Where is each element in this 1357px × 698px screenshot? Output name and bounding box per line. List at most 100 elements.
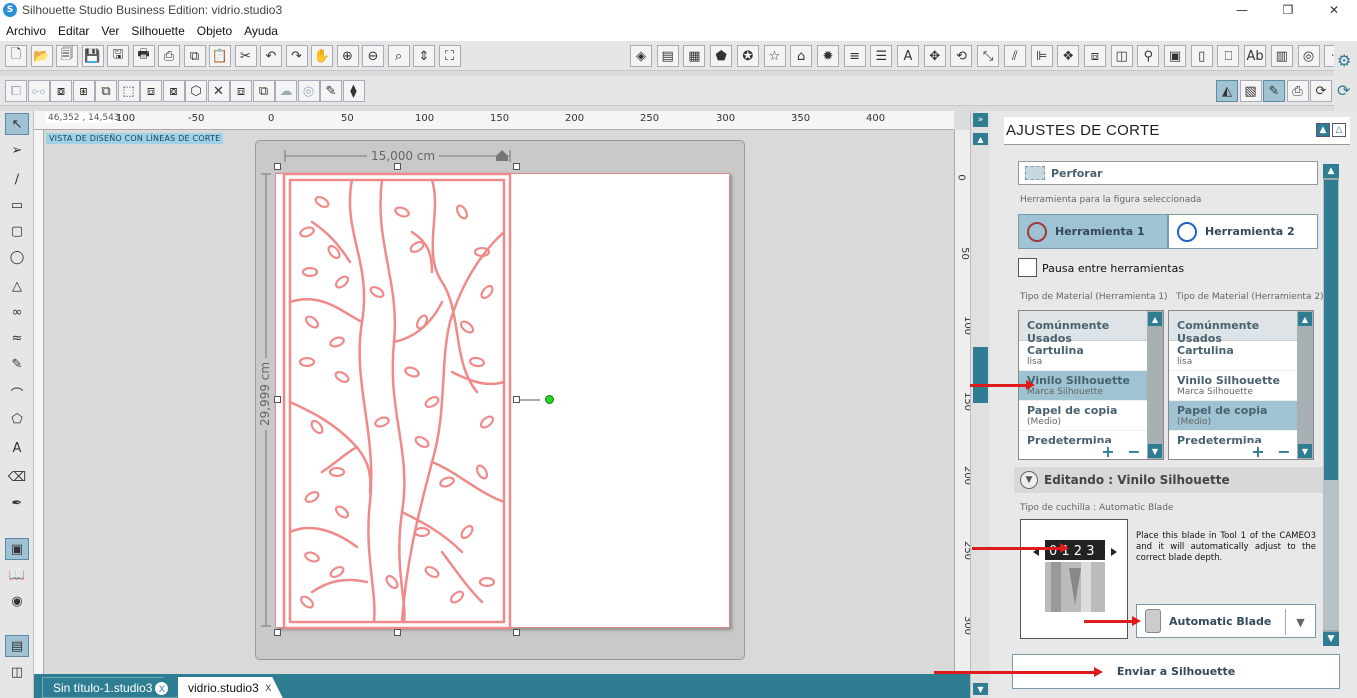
delete-icon[interactable]: ✕ [207,80,230,102]
panel-expand-icon[interactable]: △ [1332,123,1346,137]
refresh-icon[interactable]: ⟳ [1310,80,1332,102]
scroll-thumb[interactable] [973,347,988,403]
collapse-panel-icon[interactable]: » [973,113,988,127]
pan-icon[interactable]: ✋ [311,45,333,67]
tab-sin-titulo[interactable]: Sin título-1.studio3 X [42,677,178,698]
cut-mode-icon[interactable]: ◭ [1216,80,1238,102]
spiral-icon[interactable]: ◎ [297,80,320,102]
list-item[interactable]: Papel de copia (Medio) [1019,401,1163,431]
emboss-icon[interactable]: ▥ [1270,45,1293,67]
fill-icon[interactable]: ◈ [630,45,652,67]
arc-tool-icon[interactable]: ⌒ [5,382,29,404]
list-scroll-down-icon[interactable]: ▼ [1298,444,1312,458]
line-tool-icon[interactable]: ∕ [5,168,29,190]
list-item[interactable]: Cartulina lisa [1169,341,1313,371]
rotation-handle[interactable] [545,395,554,404]
menu-objeto[interactable]: Objeto [191,24,238,38]
house-icon[interactable]: ⌂ [790,45,813,67]
store-icon[interactable]: ◉ [5,590,29,612]
list-item[interactable]: Vinilo Silhouette Marca Silhouette [1019,371,1163,401]
open-icon[interactable]: 📂 [30,45,53,67]
refresh-icon[interactable]: ⟳ [1337,81,1350,100]
release-icon[interactable]: ⧆ [72,80,95,102]
page-setup-icon[interactable]: ▣ [1164,45,1186,67]
material-list-scrollbar[interactable]: ▲ ▼ [1147,311,1163,459]
panel-splitter-scroll[interactable]: » ▲ ▼ [970,111,990,698]
new-doc-icon[interactable]: 🗋 [5,45,27,67]
tab-close-icon[interactable]: X [262,681,275,694]
resize-handle-bm[interactable] [394,629,401,636]
floral-panel-design[interactable] [282,172,512,630]
menu-silhouette[interactable]: Silhouette [125,24,190,38]
list-item[interactable]: Cartulina lisa [1019,341,1163,371]
blade-select[interactable]: Automatic Blade ▼ [1136,604,1316,638]
nest-icon[interactable]: Ab [1244,45,1267,67]
resize-handle-br[interactable] [513,629,520,636]
split-view-icon[interactable]: ◫ [5,661,29,683]
subtract-icon[interactable]: ⧈ [230,80,252,102]
menu-editar[interactable]: Editar [52,24,95,38]
maximize-icon[interactable]: ❐ [1265,0,1311,20]
tab-vidrio[interactable]: vidrio.studio3 X [178,677,283,698]
close-icon[interactable]: ✕ [1311,0,1357,20]
transform-icon[interactable]: ✥ [923,45,946,67]
menu-archivo[interactable]: Archivo [0,24,52,38]
line-color-icon[interactable]: ≡ [843,45,866,67]
knife-tool-icon[interactable]: ✒ [5,492,29,514]
back-icon[interactable]: ⬚ [117,80,140,102]
curve-tool-icon[interactable]: ∞ [5,301,29,323]
pattern-icon[interactable]: ▦ [683,45,706,67]
ungroup-icon[interactable]: ⧟ [27,80,50,102]
rounded-rect-tool-icon[interactable]: ▢ [5,220,29,242]
offset-icon[interactable]: ◫ [1110,45,1133,67]
align-icon[interactable]: ⊫ [1030,45,1053,67]
tool2-selector[interactable]: Herramienta 2 [1168,214,1318,249]
menu-ayuda[interactable]: Ayuda [238,24,284,38]
sketch-mode-icon[interactable]: ▧ [1239,80,1262,102]
ellipse-tool-icon[interactable]: ◯ [5,246,29,268]
zoom-out-icon[interactable]: ⊖ [362,45,384,67]
weld-icon[interactable]: ⬡ [185,80,207,102]
scale-icon[interactable]: ⤡ [977,45,1000,67]
design-view-icon[interactable]: ▣ [5,538,29,560]
star-offset-icon[interactable]: ✪ [736,45,759,67]
tool1-selector[interactable]: Herramienta 1 [1018,214,1168,249]
remove-material-icon[interactable]: − [1277,442,1290,460]
scroll-up-icon[interactable]: ▲ [973,133,988,145]
zoom-in-icon[interactable]: ⊕ [336,45,359,67]
list-item[interactable]: Vinilo Silhouette Marca Silhouette [1169,371,1313,401]
pentagon-tool-icon[interactable]: ⬠ [5,408,29,430]
send-back-icon[interactable]: ⧇ [162,80,185,102]
menu-ver[interactable]: Ver [95,24,125,38]
add-material-icon[interactable]: + [1251,442,1264,460]
zoom-drag-icon[interactable]: ⇕ [413,45,435,67]
compound-icon[interactable]: ⧇ [50,80,72,102]
fit-page-icon[interactable]: ⛶ [438,45,461,67]
resize-handle-ml[interactable] [274,396,281,403]
perforate-option[interactable]: Perforar [1018,161,1318,185]
eraser-tool-icon[interactable]: ⌫ [5,466,29,488]
freehand-tool-icon[interactable]: ≈ [5,327,29,349]
polygon-tool-icon[interactable]: △ [5,275,29,297]
redo-icon[interactable]: ↷ [285,45,308,67]
design-canvas[interactable]: VISTA DE DISEÑO CON LÍNEAS DE CORTE 15,0… [44,130,954,674]
cut-icon[interactable]: ✂ [234,45,257,67]
replicate-icon[interactable]: ❖ [1057,45,1080,67]
text-icon[interactable]: A [897,45,919,67]
bring-front-icon[interactable]: ⧉ [95,80,117,102]
print-cut-icon[interactable]: ⎙ [158,45,180,67]
send-silhouette-icon[interactable]: ⎙ [1286,80,1309,102]
trace-icon[interactable]: ⚲ [1137,45,1160,67]
copy-icon[interactable]: ⧉ [183,45,206,67]
minimize-icon[interactable]: — [1219,0,1265,20]
pencil-tool-icon[interactable]: ✎ [5,353,29,375]
text-tool-icon[interactable]: A [5,437,29,459]
settings-gear-icon[interactable]: ⚙ [1337,51,1351,70]
material-list-scrollbar[interactable]: ▲ ▼ [1297,311,1313,459]
group-icon[interactable]: ⧠ [5,80,27,102]
resize-handle-tl[interactable] [274,163,281,170]
undo-icon[interactable]: ↶ [260,45,282,67]
list-item[interactable]: Papel de copia (Medio) [1169,401,1313,431]
resize-handle-tr[interactable] [513,163,520,170]
chevron-down-icon[interactable]: ▼ [1020,471,1038,489]
